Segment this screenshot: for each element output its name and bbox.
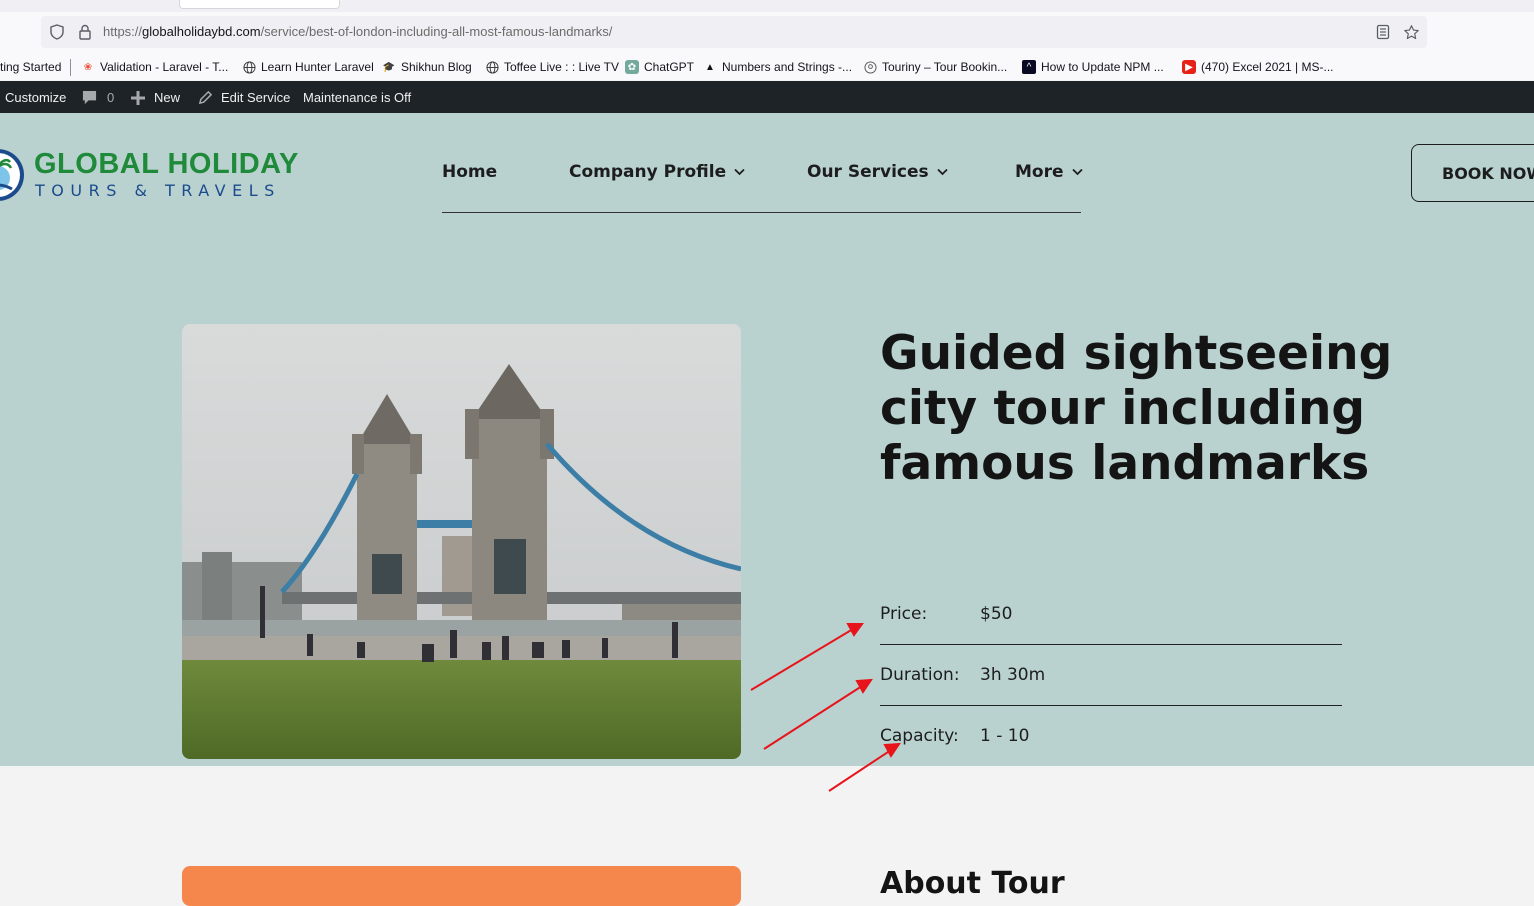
about-tour-heading: About Tour (880, 866, 1065, 901)
arrow-icon (750, 623, 864, 691)
arrow-icon (763, 678, 873, 750)
arrow-icon (828, 742, 901, 792)
orange-card (182, 866, 741, 906)
annotation-arrows (750, 623, 901, 792)
